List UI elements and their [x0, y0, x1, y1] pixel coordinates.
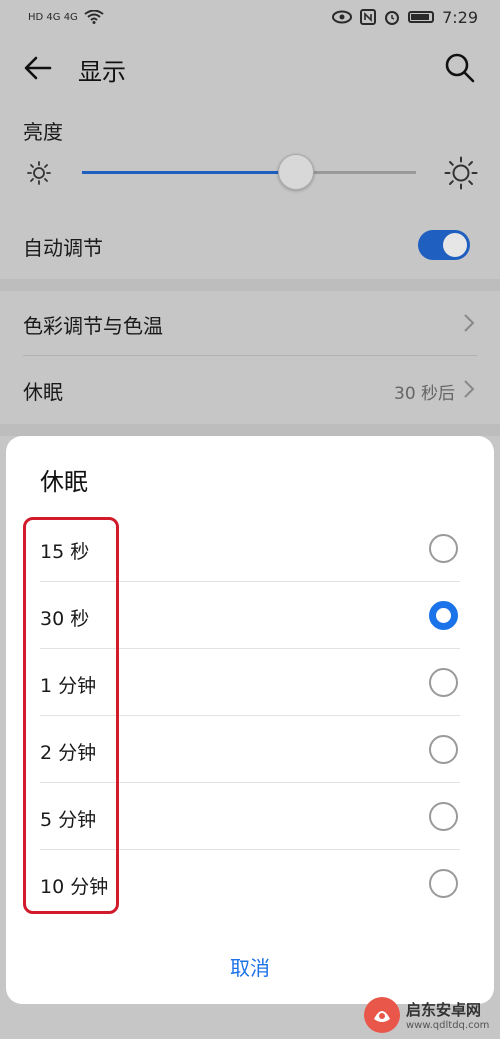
sleep-row-label[interactable]: 休眠 — [23, 376, 63, 405]
watermark-logo-icon — [364, 996, 400, 1033]
page-title: 显示 — [78, 58, 126, 86]
brightness-slider-fill — [82, 171, 296, 174]
auto-adjust-label: 自动调节 — [23, 236, 103, 260]
nfc-icon — [360, 9, 377, 25]
auto-adjust-toggle[interactable] — [418, 230, 470, 260]
network-indicators: HD 4G 4G — [28, 10, 104, 24]
brightness-label: 亮度 — [23, 120, 63, 144]
eye-icon — [332, 10, 353, 24]
radio-button[interactable] — [429, 869, 458, 898]
section-separator — [0, 424, 500, 436]
status-icons: 7:29 — [332, 8, 478, 27]
sleep-row-value: 30 秒后 — [394, 384, 456, 404]
title-bar: 显示 — [0, 34, 500, 100]
clock: 7:29 — [442, 7, 478, 27]
alarm-icon — [385, 11, 400, 25]
row-divider — [23, 355, 477, 356]
battery-icon — [408, 11, 435, 23]
radio-button[interactable] — [429, 802, 458, 831]
brightness-slider-track[interactable] — [82, 171, 416, 174]
dialog-title: 休眠 — [40, 468, 88, 496]
chevron-right-icon — [464, 314, 475, 332]
brightness-slider-thumb[interactable] — [277, 154, 314, 190]
watermark-url: www.qdltdq.com — [406, 1019, 490, 1031]
search-icon[interactable] — [444, 52, 476, 84]
radio-button[interactable] — [429, 534, 458, 563]
cancel-button[interactable]: 取消 — [190, 948, 310, 988]
section-separator — [0, 279, 500, 291]
chevron-right-icon — [464, 380, 475, 398]
toggle-knob — [443, 233, 467, 257]
back-arrow-icon[interactable] — [22, 52, 54, 84]
signal-text: HD 4G 4G — [28, 11, 78, 23]
wifi-icon — [84, 10, 104, 24]
radio-button[interactable] — [429, 601, 458, 630]
radio-button[interactable] — [429, 735, 458, 764]
watermark-name: 启东安卓网 — [406, 1000, 482, 1019]
site-watermark: 启东安卓网 www.qdltdq.com — [362, 990, 500, 1039]
highlight-annotation-box — [23, 517, 119, 914]
brightness-high-icon — [444, 156, 478, 190]
status-bar: HD 4G 4G 7:29 — [0, 0, 500, 34]
radio-button[interactable] — [429, 668, 458, 697]
brightness-low-icon — [27, 161, 51, 185]
color-temperature-label[interactable]: 色彩调节与色温 — [23, 310, 163, 339]
